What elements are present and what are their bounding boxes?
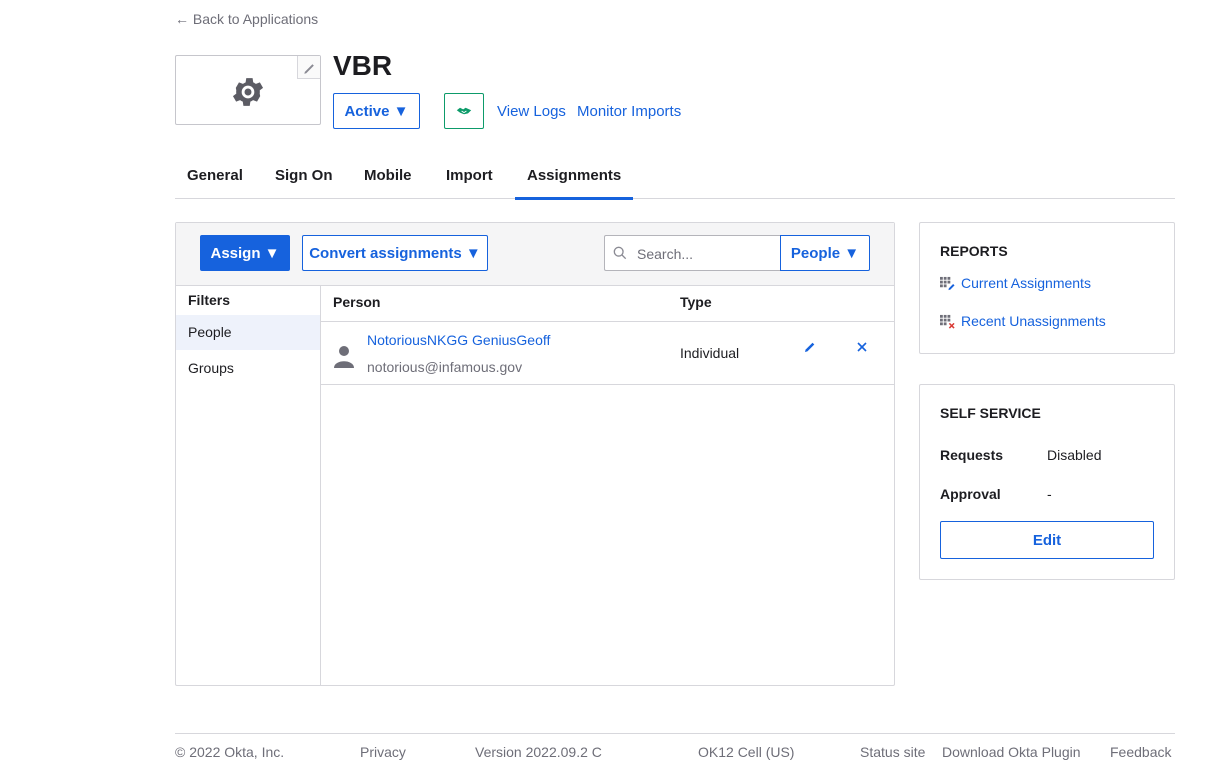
tab-import[interactable]: Import	[434, 167, 505, 197]
assignments-toolbar: Assign ▼ Convert assignments ▼ People ▼	[176, 223, 894, 286]
person-email: notorious@infamous.gov	[367, 359, 523, 375]
footer-privacy-link[interactable]: Privacy	[360, 744, 406, 760]
edit-pencil-icon[interactable]	[803, 340, 817, 354]
reports-title: REPORTS	[940, 243, 1008, 259]
table-row: NotoriousNKGG GeniusGeoff notorious@infa…	[321, 322, 894, 385]
edit-logo-button[interactable]	[297, 56, 320, 79]
column-header-type: Type	[680, 294, 712, 310]
monitor-imports-link[interactable]: Monitor Imports	[577, 103, 681, 120]
self-service-title: SELF SERVICE	[940, 405, 1041, 421]
tab-sign-on[interactable]: Sign On	[263, 167, 345, 197]
search-icon	[613, 246, 627, 260]
status-dropdown-button[interactable]: Active ▼	[333, 93, 420, 129]
footer-status-site-link[interactable]: Status site	[860, 744, 925, 760]
tab-bar: General Sign On Mobile Import Assignment…	[175, 160, 1175, 200]
tab-assignments[interactable]: Assignments	[515, 167, 634, 200]
approval-value: -	[1047, 486, 1052, 502]
pencil-icon	[304, 64, 314, 74]
handshake-icon	[456, 107, 472, 115]
footer-cell: OK12 Cell (US)	[698, 744, 795, 760]
requests-value: Disabled	[1047, 447, 1102, 463]
view-logs-link[interactable]: View Logs	[497, 103, 566, 120]
push-groups-button[interactable]	[444, 93, 484, 129]
requests-label: Requests	[940, 447, 1004, 463]
assignments-table: Person Type NotoriousNKGG GeniusGeoff no…	[321, 285, 894, 685]
convert-assignments-button[interactable]: Convert assignments ▼	[302, 235, 488, 271]
filter-item-groups[interactable]: Groups	[176, 351, 320, 386]
user-avatar-icon	[334, 346, 354, 368]
person-name-link[interactable]: NotoriousNKGG GeniusGeoff	[367, 332, 550, 348]
tab-general[interactable]: General	[175, 167, 255, 197]
search-box	[604, 235, 781, 272]
grid-edit-icon	[940, 276, 955, 290]
assignment-type: Individual	[680, 345, 740, 361]
filters-title: Filters	[188, 292, 231, 308]
column-header-person: Person	[333, 294, 381, 310]
current-assignments-label[interactable]: Current Assignments	[961, 275, 1091, 291]
assign-button[interactable]: Assign ▼	[200, 235, 290, 271]
footer-version: Version 2022.09.2 C	[475, 744, 602, 760]
table-header-row: Person Type	[321, 285, 894, 322]
search-input[interactable]	[635, 236, 779, 272]
recent-unassignments-link[interactable]: Recent Unassignments	[940, 313, 1106, 329]
reports-panel: REPORTS Current Assignments Recent Unass…	[919, 222, 1175, 354]
recent-unassignments-label[interactable]: Recent Unassignments	[961, 313, 1106, 329]
people-filter-dropdown[interactable]: People ▼	[780, 235, 870, 271]
app-title: VBR	[333, 50, 393, 81]
current-assignments-link[interactable]: Current Assignments	[940, 275, 1091, 291]
tab-mobile[interactable]: Mobile	[352, 167, 424, 197]
filter-item-people[interactable]: People	[176, 315, 320, 350]
back-to-applications-link[interactable]: ← Back to Applications	[175, 11, 318, 27]
filters-sidebar: Filters People Groups	[176, 285, 321, 685]
footer-download-plugin-link[interactable]: Download Okta Plugin	[942, 744, 1081, 760]
assignments-panel: Assign ▼ Convert assignments ▼ People ▼ …	[175, 222, 895, 686]
approval-label: Approval	[940, 486, 1001, 502]
edit-self-service-button[interactable]: Edit	[940, 521, 1154, 559]
app-logo	[175, 55, 321, 125]
footer-copyright: © 2022 Okta, Inc.	[175, 744, 285, 760]
gear-icon	[232, 78, 264, 106]
footer: © 2022 Okta, Inc. Privacy Version 2022.0…	[175, 733, 1175, 760]
self-service-panel: SELF SERVICE Requests Disabled Approval …	[919, 384, 1175, 580]
remove-x-icon[interactable]	[855, 340, 869, 354]
grid-remove-icon	[940, 314, 955, 329]
footer-feedback-link[interactable]: Feedback	[1110, 744, 1171, 760]
